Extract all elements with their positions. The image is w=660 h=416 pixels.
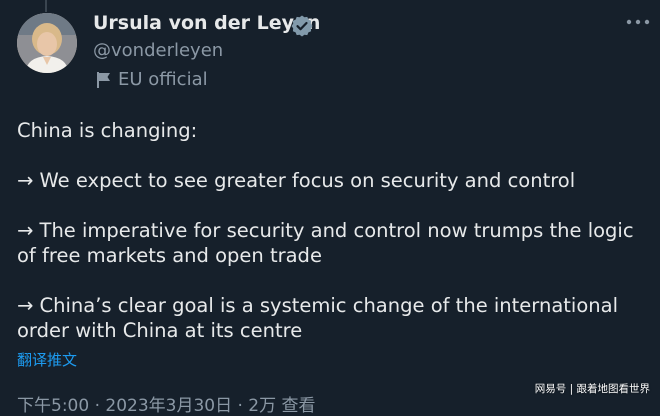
watermark: 网易号 | 跟着地图看世界 — [534, 383, 650, 395]
tweet-paragraph: China is changing: — [17, 119, 198, 142]
tweet-paragraph: → The imperative for security and contro… — [17, 219, 634, 267]
avatar[interactable] — [17, 13, 77, 73]
verified-badge-icon — [291, 15, 313, 37]
avatar-photo — [17, 13, 77, 73]
tweet-timestamp[interactable]: 下午5:00 · 2023年3月30日 · 2万 查看 — [17, 391, 316, 416]
tweet-text: China is changing: → We expect to see gr… — [17, 118, 653, 343]
affiliation-label: EU official — [96, 69, 208, 90]
tweet-paragraph: → We expect to see greater focus on secu… — [17, 169, 576, 192]
author-handle[interactable]: @vonderleyen — [93, 40, 223, 61]
affiliation-text: EU official — [118, 69, 208, 90]
translate-tweet-link[interactable]: 翻译推文 — [17, 349, 77, 370]
more-options-icon[interactable] — [624, 14, 652, 30]
flag-icon — [97, 71, 110, 88]
author-display-name[interactable]: Ursula von der Leyen — [93, 12, 320, 34]
thread-connector-line — [45, 0, 47, 12]
tweet-paragraph: → China’s clear goal is a systemic chang… — [17, 294, 619, 342]
